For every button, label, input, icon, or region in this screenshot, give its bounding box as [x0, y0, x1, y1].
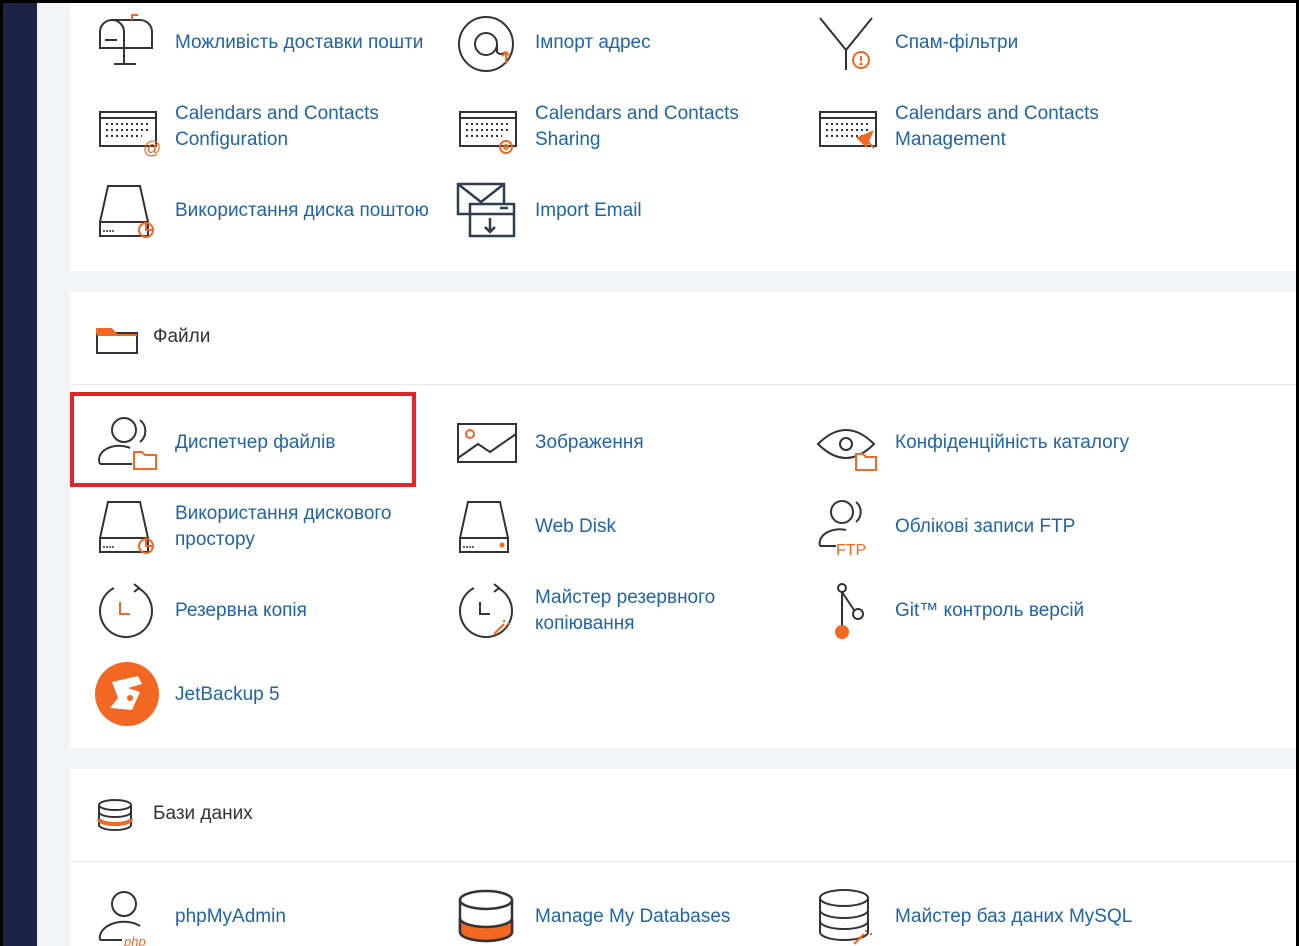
backup-link[interactable]: Резервна копія	[70, 576, 420, 646]
directory-privacy-icon	[814, 414, 880, 474]
phpmyadmin-link[interactable]: php phpMyAdmin	[70, 882, 420, 946]
disk-usage-icon	[94, 498, 160, 558]
import-email-icon	[454, 182, 520, 242]
phpmyadmin-icon: php	[94, 888, 160, 946]
backup-wizard-link[interactable]: Майстер резервного копіювання	[430, 576, 780, 646]
file-manager-icon	[94, 414, 160, 474]
database-icon	[95, 799, 139, 837]
item-label: Git™ контроль версій	[895, 600, 1085, 621]
calendars-contacts-management-link[interactable]: Calendars and Contacts Management	[790, 92, 1140, 162]
spam-filter-icon	[814, 14, 880, 74]
item-label: Можливість доставки пошти	[175, 32, 424, 53]
import-addresses-link[interactable]: Імпорт адрес	[430, 8, 780, 78]
svg-text:FTP: FTP	[836, 542, 866, 559]
web-disk-icon	[454, 498, 520, 558]
item-label: Import Email	[535, 200, 642, 221]
backup-icon	[94, 582, 160, 642]
images-link[interactable]: Зображення	[430, 408, 780, 478]
item-label: Manage My Databases	[535, 906, 731, 927]
email-panel: Можливість доставки пошти Імпорт адрес С…	[70, 3, 1296, 271]
item-label: Спам-фільтри	[895, 32, 1019, 53]
manage-databases-icon	[454, 888, 520, 946]
databases-section-title: Бази даних	[153, 803, 253, 824]
manage-my-databases-link[interactable]: Manage My Databases	[430, 882, 780, 946]
email-disk-usage-link[interactable]: Використання диска поштою	[70, 176, 429, 246]
git-icon	[814, 582, 880, 642]
svg-text:php: php	[123, 934, 146, 946]
spam-filters-link[interactable]: Спам-фільтри	[790, 8, 1140, 78]
files-panel: Файли Диспетчер файлів Зображення Конфід…	[70, 292, 1296, 748]
item-label: Зображення	[535, 432, 644, 453]
backup-wizard-icon	[454, 582, 520, 642]
at-import-icon	[454, 14, 520, 74]
calendars-contacts-configuration-link[interactable]: @ Calendars and Contacts Configuration	[70, 92, 420, 162]
item-label: phpMyAdmin	[175, 906, 286, 927]
item-label: Конфіденційність каталогу	[895, 432, 1130, 453]
disk-usage-icon	[94, 182, 160, 242]
mailbox-icon	[94, 14, 160, 74]
images-icon	[454, 414, 520, 474]
cpanel-page: Можливість доставки пошти Імпорт адрес С…	[3, 3, 1296, 946]
item-label: Використання диска поштою	[175, 200, 429, 221]
files-section-header[interactable]: Файли	[70, 292, 1296, 385]
web-disk-link[interactable]: Web Disk	[430, 492, 780, 562]
git-version-control-link[interactable]: Git™ контроль версій	[790, 576, 1140, 646]
item-label: Calendars and Contacts Sharing	[535, 103, 739, 150]
databases-section-header[interactable]: Бази даних	[70, 769, 1296, 862]
calendar-config-icon: @	[94, 98, 161, 158]
ftp-accounts-link[interactable]: FTP Облікові записи FTP	[790, 492, 1140, 562]
left-sidebar	[3, 3, 37, 946]
directory-privacy-link[interactable]: Конфіденційність каталогу	[790, 408, 1140, 478]
item-label: Calendars and Contacts Configuration	[175, 103, 379, 150]
item-label: Використання дискового простору	[175, 503, 392, 550]
item-label: Майстер резервного копіювання	[535, 587, 716, 634]
item-label: Диспетчер файлів	[175, 432, 336, 453]
file-manager-link[interactable]: Диспетчер файлів	[70, 408, 420, 478]
item-label: Web Disk	[535, 516, 616, 537]
item-label: Облікові записи FTP	[895, 516, 1076, 537]
jetbackup-icon	[94, 662, 160, 726]
mysql-wizard-icon	[814, 888, 880, 946]
databases-panel: Бази даних php phpMyAdmin Manage My Data…	[70, 769, 1296, 946]
jetbackup-link[interactable]: JetBackup 5	[70, 660, 420, 730]
calendars-contacts-sharing-link[interactable]: Calendars and Contacts Sharing	[430, 92, 780, 162]
import-email-link[interactable]: Import Email	[430, 176, 780, 246]
files-section-title: Файли	[153, 326, 211, 347]
item-label: Майстер баз даних MySQL	[895, 906, 1133, 927]
ftp-accounts-icon: FTP	[814, 498, 880, 559]
calendar-sharing-icon	[454, 98, 520, 158]
mysql-database-wizard-link[interactable]: Майстер баз даних MySQL	[790, 882, 1140, 946]
disk-usage-link[interactable]: Використання дискового простору	[70, 492, 420, 562]
item-label: Резервна копія	[175, 600, 307, 621]
item-label: Calendars and Contacts Management	[895, 103, 1099, 150]
folder-icon	[95, 325, 139, 360]
item-label: JetBackup 5	[175, 684, 280, 705]
calendar-management-icon	[814, 98, 880, 158]
item-label: Імпорт адрес	[535, 32, 651, 53]
email-deliverability-link[interactable]: Можливість доставки пошти	[70, 8, 423, 78]
svg-text:@: @	[143, 138, 161, 158]
